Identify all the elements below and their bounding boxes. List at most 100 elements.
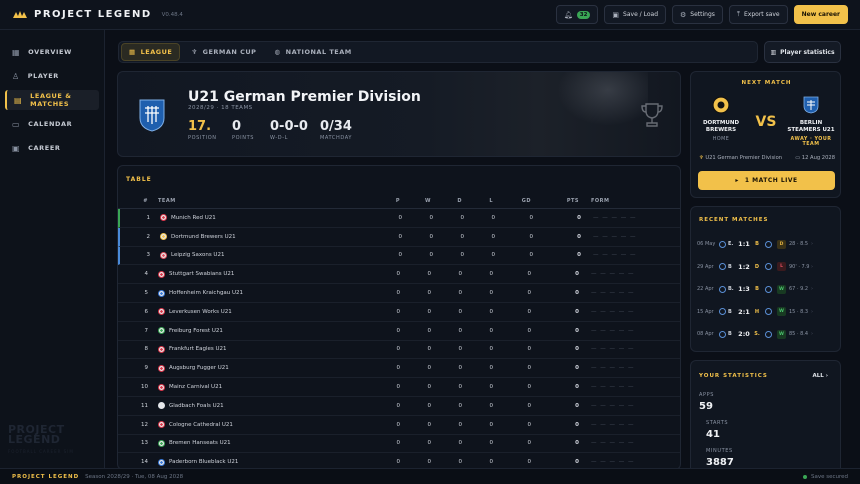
row-team[interactable]: Bremen Hanseats U21	[150, 439, 360, 447]
sidebar-item-league-matches[interactable]: ▤ LEAGUE & MATCHES	[5, 90, 99, 110]
table-row[interactable]: 8 Frankfurt Eagles U21 0 0 0 0 0 0 — — — — —	[118, 341, 680, 360]
league-header: U21 German Premier Division 2028/29 · 18…	[117, 71, 681, 157]
team-crest-icon	[158, 383, 165, 391]
stat-apps-value: 59	[699, 401, 713, 412]
settings-button[interactable]: ⚙ Settings	[672, 5, 723, 24]
team-crest-icon	[158, 364, 165, 372]
away-team-name: BERLIN STEAMERS U21	[787, 120, 835, 133]
save-load-button[interactable]: ▣ Save / Load	[604, 5, 667, 24]
row-position: 14	[141, 459, 148, 466]
recent-match-item[interactable]: 15 Apr B 2:1 H W 15 · 8.3 ›	[697, 305, 837, 319]
row-team[interactable]: Stuttgart Swabians U21	[150, 270, 360, 278]
row-team[interactable]: Leverkusen Works U21	[150, 308, 360, 316]
match-score: 1:3	[738, 285, 750, 293]
row-form: — — — — —	[591, 308, 635, 315]
footer-brand: PROJECT LEGEND	[12, 473, 80, 480]
table-row[interactable]: 9 Augsburg Fugger U21 0 0 0 0 0 0 — — — — —	[118, 359, 680, 379]
table-row[interactable]: 12 Cologne Cathedral U21 0 0 0 0 0 0 — — — — —	[118, 416, 680, 435]
sidebar-item-calendar[interactable]: ▭ CALENDAR	[5, 114, 99, 134]
competition-label: U21 German Premier Division	[705, 155, 783, 161]
row-team[interactable]: Hoffenheim Kraichgau U21	[150, 289, 360, 297]
new-career-button[interactable]: New career	[793, 5, 848, 24]
row-gd: 0	[527, 271, 532, 278]
table-row[interactable]: 2 Dortmund Brewers U21 0 0 0 0 0 0 — — — — —	[118, 227, 680, 247]
col-pos[interactable]: #	[118, 198, 150, 204]
col-gd[interactable]: GD	[493, 198, 531, 204]
row-team[interactable]: Augsburg Fugger U21	[150, 364, 360, 372]
row-drawn: 0	[460, 233, 465, 240]
tab-national-team[interactable]: ◍ NATIONAL TEAM	[267, 43, 358, 61]
col-pts[interactable]: PTS	[531, 198, 579, 204]
sidebar-item-career[interactable]: ▣ CAREER	[5, 138, 99, 158]
stadium-lights-decoration	[548, 72, 648, 132]
table-row[interactable]: 7 Freiburg Forest U21 0 0 0 0 0 0 — — — — —	[118, 322, 680, 341]
stat-position: 17. POSITION	[188, 119, 217, 141]
gear-icon: ⚙	[680, 10, 687, 19]
app-logo[interactable]: PROJECT LEGEND V0.48.4	[12, 9, 183, 20]
match-result-badge: W	[777, 307, 786, 316]
stat-value: 0	[232, 119, 242, 134]
row-played: 0	[398, 252, 403, 259]
row-team[interactable]: Dortmund Brewers U21	[152, 233, 362, 241]
player-statistics-button[interactable]: ▥ Player statistics	[764, 41, 841, 63]
table-row[interactable]: 3 Leipzig Saxons U21 0 0 0 0 0 0 — — — — —	[118, 246, 680, 266]
row-team[interactable]: Freiburg Forest U21	[150, 327, 360, 335]
row-lost: 0	[489, 346, 494, 353]
row-team[interactable]: Cologne Cathedral U21	[150, 421, 360, 429]
row-lost: 0	[491, 233, 496, 240]
row-team[interactable]: Paderborn Blueblack U21	[150, 458, 360, 466]
trophy-icon	[641, 103, 663, 127]
recent-match-item[interactable]: 08 Apr B 2:0 S. W 85 · 8.4 ›	[697, 327, 837, 341]
row-form: — — — — —	[591, 384, 635, 391]
home-team[interactable]: DORTMUND BREWERS HOME	[697, 96, 745, 142]
home-team-sub: HOME	[712, 137, 730, 142]
export-save-button[interactable]: ⤒ Export save	[728, 5, 788, 24]
away-team-abbr: B	[755, 286, 759, 292]
col-won[interactable]: W	[400, 198, 431, 204]
row-drawn: 0	[460, 252, 465, 259]
table-rows: 1 Munich Red U21 0 0 0 0 0 0 — — — — — 2 Dortmund …	[118, 209, 680, 469]
row-played: 0	[396, 271, 401, 278]
recent-match-item[interactable]: 06 May E. 1:1 B D 28 · 8.5 ›	[697, 237, 837, 251]
row-form: — — — — —	[591, 402, 635, 409]
col-played[interactable]: P	[360, 198, 400, 204]
row-team[interactable]: Mainz Carnival U21	[150, 383, 360, 391]
table-row[interactable]: 11 Gladbach Foals U21 0 0 0 0 0 0 — — — — —	[118, 397, 680, 416]
table-row[interactable]: 10 Mainz Carnival U21 0 0 0 0 0 0 — — — — —	[118, 378, 680, 397]
dortmund-crest-icon	[712, 96, 730, 114]
table-row[interactable]: 13 Bremen Hanseats U21 0 0 0 0 0 0 — — — — —	[118, 435, 680, 454]
top-bar: PROJECT LEGEND V0.48.4 🔔︎ 32 ▣ Save / Lo…	[0, 0, 860, 30]
row-drawn: 0	[458, 308, 463, 315]
row-won: 0	[427, 365, 432, 372]
view-all-stats-link[interactable]: ALL ›	[813, 373, 828, 379]
stat-starts-label: STARTS	[706, 420, 729, 426]
stat-matchday: 0/34 MATCHDAY	[320, 119, 352, 141]
sidebar-item-overview[interactable]: ▦ OVERVIEW	[5, 42, 99, 62]
calendar-icon: ▭	[795, 155, 801, 161]
recent-match-item[interactable]: 29 Apr B 1:2 D L 90' · 7.9 ›	[697, 260, 837, 274]
row-position: 2	[146, 233, 151, 240]
table-row[interactable]: 4 Stuttgart Swabians U21 0 0 0 0 0 0 — — — — —	[118, 265, 680, 285]
table-row[interactable]: 1 Munich Red U21 0 0 0 0 0 0 — — — — —	[118, 209, 680, 228]
row-team[interactable]: Gladbach Foals U21	[150, 402, 360, 410]
tab-german-cup[interactable]: ♆ GERMAN CUP	[184, 43, 263, 61]
table-row[interactable]: 5 Hoffenheim Kraichgau U21 0 0 0 0 0 0 — — — — —	[118, 284, 680, 303]
row-played: 0	[396, 440, 401, 447]
row-team[interactable]: Frankfurt Eagles U21	[150, 345, 360, 353]
match-live-button[interactable]: ▸ 1 MATCH LIVE	[698, 171, 835, 190]
col-drawn[interactable]: D	[431, 198, 462, 204]
berlin-crest-icon	[803, 96, 819, 114]
notifications-button[interactable]: 🔔︎ 32	[555, 5, 599, 24]
row-team[interactable]: Munich Red U21	[152, 214, 362, 222]
tab-league[interactable]: ▦ LEAGUE	[121, 43, 181, 61]
col-lost[interactable]: L	[462, 198, 493, 204]
away-team[interactable]: BERLIN STEAMERS U21 AWAY · YOUR TEAM	[787, 96, 835, 147]
logo-icon	[13, 10, 27, 18]
row-team[interactable]: Leipzig Saxons U21	[152, 251, 362, 259]
recent-match-item[interactable]: 22 Apr B. 1:3 B W 67 · 9.2 ›	[697, 282, 837, 296]
row-form: — — — — —	[591, 459, 635, 466]
row-points: 0	[575, 459, 579, 466]
sidebar-item-player[interactable]: ♙ PLAYER	[5, 66, 99, 86]
col-team[interactable]: TEAM	[150, 198, 360, 204]
table-row[interactable]: 6 Leverkusen Works U21 0 0 0 0 0 0 — — — — —	[118, 303, 680, 322]
